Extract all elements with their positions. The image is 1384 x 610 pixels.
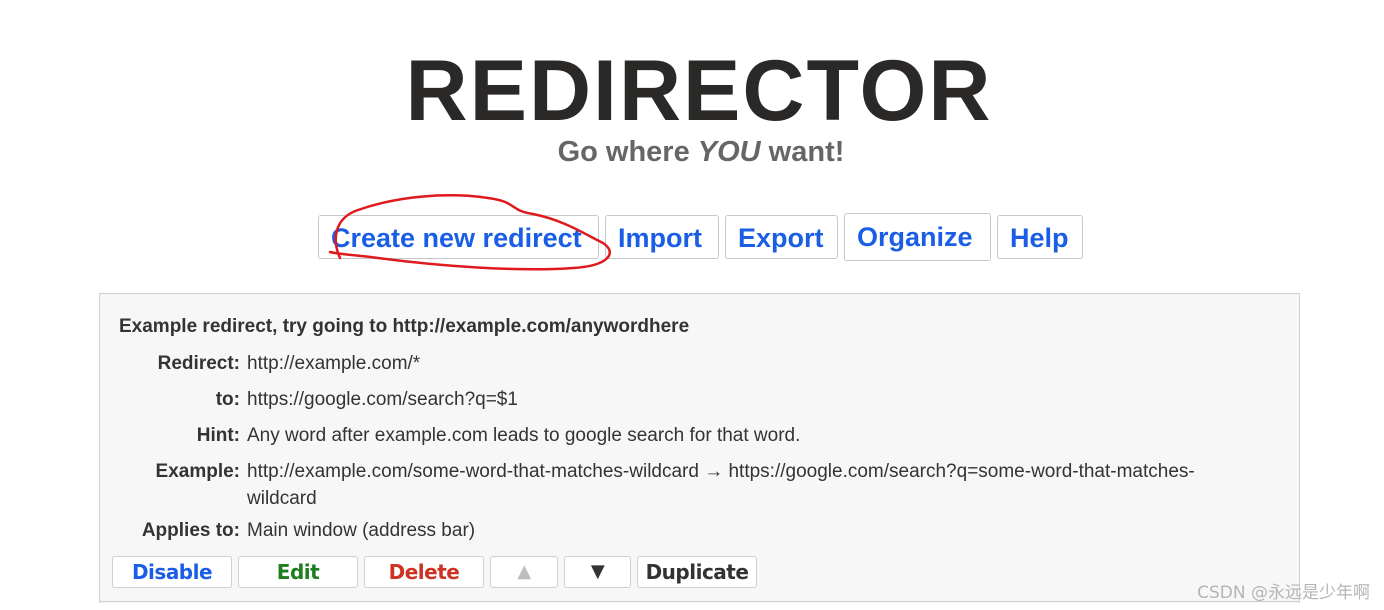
redirect-pattern-row: Redirect: http://example.com/* bbox=[100, 350, 1200, 377]
redirect-hint-row: Hint: Any word after example.com leads t… bbox=[100, 422, 1200, 449]
redirect-example-label: Example: bbox=[155, 461, 240, 482]
help-button[interactable]: Help bbox=[997, 215, 1083, 259]
duplicate-button[interactable]: Duplicate bbox=[637, 556, 757, 588]
create-new-redirect-button[interactable]: Create new redirect bbox=[318, 215, 599, 259]
import-button[interactable]: Import bbox=[605, 215, 719, 259]
card-divider bbox=[99, 601, 1300, 602]
watermark: CSDN @永远是少年啊 bbox=[1197, 583, 1370, 603]
move-up-button[interactable]: ▲ bbox=[490, 556, 558, 588]
tagline-after: want! bbox=[760, 136, 845, 168]
disable-button[interactable]: Disable bbox=[112, 556, 232, 588]
app-tagline: Go where YOU want! bbox=[18, 136, 1384, 169]
redirect-title: Example redirect, try going to http://ex… bbox=[119, 316, 690, 337]
redirect-pattern-label: Redirect: bbox=[157, 353, 240, 374]
move-down-button[interactable]: ▼ bbox=[564, 556, 631, 588]
delete-button[interactable]: Delete bbox=[364, 556, 484, 588]
arrow-up-icon: ▲ bbox=[517, 561, 531, 582]
redirect-target-value: https://google.com/search?q=$1 bbox=[247, 389, 518, 410]
redirect-target-label: to: bbox=[215, 389, 240, 410]
redirect-applies-row: Applies to: Main window (address bar) bbox=[100, 517, 1200, 544]
redirect-applies-label: Applies to: bbox=[141, 520, 240, 541]
redirect-card: Example redirect, try going to http://ex… bbox=[99, 293, 1300, 603]
redirect-target-row: to: https://google.com/search?q=$1 bbox=[100, 386, 1200, 413]
redirect-actions: Disable Edit Delete ▲ ▼ Duplicate bbox=[112, 556, 757, 588]
redirector-page: REDIRECTOR Go where YOU want! Create new… bbox=[0, 0, 1384, 610]
redirect-example-row: Example: http://example.com/some-word-th… bbox=[100, 458, 1200, 512]
edit-button[interactable]: Edit bbox=[238, 556, 358, 588]
tagline-emphasis: YOU bbox=[697, 136, 761, 168]
export-button[interactable]: Export bbox=[725, 215, 838, 259]
tagline-before: Go where bbox=[557, 136, 698, 168]
main-menu: Create new redirect Import Export Organi… bbox=[318, 213, 1083, 261]
arrow-down-icon: ▼ bbox=[590, 561, 605, 582]
redirect-hint-value: Any word after example.com leads to goog… bbox=[247, 425, 801, 446]
redirect-pattern-value: http://example.com/* bbox=[247, 353, 421, 374]
redirect-applies-value: Main window (address bar) bbox=[247, 520, 476, 541]
redirect-hint-label: Hint: bbox=[196, 425, 240, 446]
organize-button[interactable]: Organize bbox=[844, 213, 991, 261]
redirect-example-value: http://example.com/some-word-that-matche… bbox=[247, 461, 1195, 509]
app-logo: REDIRECTOR bbox=[405, 43, 993, 139]
